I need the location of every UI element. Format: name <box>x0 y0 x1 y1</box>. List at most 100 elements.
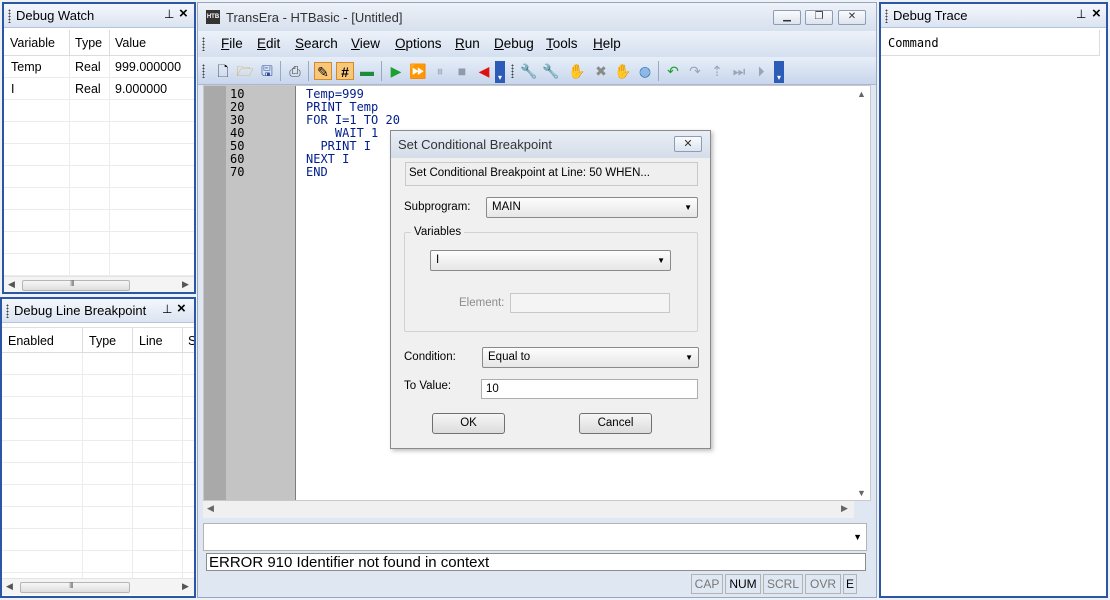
menu-edit[interactable]: Edit <box>257 36 280 51</box>
watch-hscroll[interactable]: ◀ III ▶ <box>4 276 194 292</box>
close-window-button[interactable]: ✕ <box>838 10 866 25</box>
stop-icon[interactable]: ■ <box>453 62 471 80</box>
scroll-thumb[interactable]: III <box>22 279 130 291</box>
watch-type: Real <box>75 82 101 96</box>
scroll-right-icon[interactable]: ▶ <box>182 581 189 592</box>
debug-wrench-icon[interactable]: 🔧 <box>520 62 538 80</box>
grip-icon[interactable] <box>202 37 205 51</box>
watch-col-value[interactable]: Value <box>115 36 146 50</box>
menu-file[interactable]: File <box>221 36 243 51</box>
print-icon[interactable]: ⎙ <box>286 62 304 80</box>
scroll-thumb[interactable]: III <box>20 581 130 593</box>
condition-select[interactable]: Equal to ▼ <box>482 347 699 368</box>
close-icon[interactable]: × <box>179 5 188 22</box>
dialog-titlebar[interactable]: Set Conditional Breakpoint ✕ <box>391 131 710 158</box>
step-out-icon[interactable]: ⇡ <box>708 62 726 80</box>
run-to-icon[interactable]: ⏭ <box>730 62 748 80</box>
line-number: 20 <box>230 100 245 114</box>
bp-col-line[interactable]: Line <box>139 334 163 348</box>
pin-icon[interactable]: ⊥ <box>164 7 174 21</box>
line-number-icon[interactable]: # <box>336 62 354 80</box>
grip-icon[interactable] <box>885 9 888 23</box>
restore-button[interactable]: ❐ <box>805 10 833 25</box>
close-icon[interactable]: × <box>1092 5 1101 22</box>
scroll-right-icon[interactable]: ▶ <box>841 503 848 514</box>
code-line[interactable]: WAIT 1 <box>306 126 378 140</box>
command-input[interactable]: ▼ <box>203 523 867 551</box>
menu-view[interactable]: View <box>351 36 380 51</box>
debug-watch-titlebar[interactable]: Debug Watch ⊥ × <box>4 4 194 28</box>
scroll-left-icon[interactable]: ◀ <box>207 503 214 514</box>
breakpoint-hscroll[interactable]: ◀ III ▶ <box>2 578 194 595</box>
reset-icon[interactable]: ◀ <box>475 62 493 80</box>
window-title: TransEra - HTBasic - [Untitled] <box>226 10 403 25</box>
menu-search[interactable]: Search <box>295 36 338 51</box>
menu-run[interactable]: Run <box>455 36 480 51</box>
menu-help[interactable]: Help <box>593 36 621 51</box>
breakpoint-titlebar[interactable]: Debug Line Breakpoint ⊥ × <box>2 299 194 323</box>
grip-icon[interactable] <box>202 64 205 78</box>
code-line[interactable]: NEXT I <box>306 152 349 166</box>
run-icon[interactable]: ▶ <box>387 62 405 80</box>
table-row[interactable]: Temp Real 999.000000 <box>4 56 194 78</box>
step-over-icon[interactable]: ↷ <box>686 62 704 80</box>
step-into-icon[interactable]: ↶ <box>664 62 682 80</box>
toolbar-overflow-icon[interactable]: ▾ <box>774 61 784 83</box>
code-line[interactable]: Temp=999 <box>306 87 364 101</box>
trace-col-command[interactable]: Command <box>888 36 939 50</box>
scroll-up-icon[interactable]: ▲ <box>857 89 866 99</box>
pin-icon[interactable]: ⊥ <box>162 302 172 316</box>
open-folder-icon[interactable]: 🗁 <box>236 62 254 80</box>
scroll-down-icon[interactable]: ▼ <box>857 488 866 498</box>
continue-icon[interactable]: ⏩ <box>409 62 427 80</box>
pin-icon[interactable]: ⊥ <box>1076 7 1086 21</box>
bp-col-type[interactable]: Type <box>89 334 116 348</box>
edit-mode-icon[interactable]: ✎ <box>314 62 332 80</box>
watch-col-type[interactable]: Type <box>75 36 102 50</box>
dialog-close-button[interactable]: ✕ <box>674 136 702 152</box>
ok-button[interactable]: OK <box>432 413 505 434</box>
grip-icon[interactable] <box>511 64 514 78</box>
cancel-button[interactable]: Cancel <box>579 413 652 434</box>
new-file-icon[interactable]: 🗋 <box>214 62 232 80</box>
pause-icon[interactable]: ⏸ <box>431 62 449 80</box>
variable-select[interactable]: I ▼ <box>430 250 671 271</box>
toolbar-overflow-icon[interactable]: ▾ <box>495 61 505 83</box>
code-line[interactable]: FOR I=1 TO 20 <box>306 113 400 127</box>
grip-icon[interactable] <box>8 9 11 23</box>
editor-vscroll[interactable]: ▲ ▼ <box>853 86 870 500</box>
code-line[interactable]: PRINT Temp <box>306 100 378 114</box>
debug-wrench-disabled-icon[interactable]: 🔧 <box>542 62 560 80</box>
code-line[interactable]: END <box>306 165 328 179</box>
clear-breakpoints-icon[interactable]: ✖ <box>592 62 610 80</box>
scroll-left-icon[interactable]: ◀ <box>6 581 13 592</box>
chevron-down-icon[interactable]: ▼ <box>853 532 862 542</box>
menu-tools[interactable]: Tools <box>546 36 578 51</box>
scroll-right-icon[interactable]: ▶ <box>182 279 189 290</box>
conditional-breakpoint-icon[interactable]: ✋ <box>614 62 632 80</box>
minimize-button[interactable]: ▁ <box>773 10 801 25</box>
code-line[interactable]: PRINT I <box>306 139 371 153</box>
grip-icon[interactable] <box>6 304 9 318</box>
table-row[interactable]: I Real 9.000000 <box>4 78 194 100</box>
menu-debug[interactable]: Debug <box>494 36 534 51</box>
close-icon[interactable]: × <box>177 300 186 317</box>
subprogram-select[interactable]: MAIN ▼ <box>486 197 698 218</box>
save-icon[interactable]: 🖫 <box>258 62 276 80</box>
run-to-cursor-icon[interactable]: ⏵ <box>752 62 770 80</box>
watch-col-variable[interactable]: Variable <box>10 36 55 50</box>
menu-options[interactable]: Options <box>395 36 442 51</box>
bp-col-enabled[interactable]: Enabled <box>8 334 54 348</box>
breakpoint-hand-icon[interactable]: ✋ <box>568 62 586 80</box>
line-number: 60 <box>230 152 245 166</box>
title-bar[interactable]: HTB TransEra - HTBasic - [Untitled] ▁ ❐ … <box>198 3 876 31</box>
display-icon[interactable]: ▬ <box>358 62 376 80</box>
to-value-input[interactable]: 10 <box>481 379 698 399</box>
scrl-indicator: SCRL <box>763 574 803 594</box>
dialog-header-box: Set Conditional Breakpoint at Line: 50 W… <box>405 162 698 186</box>
editor-hscroll[interactable]: ◀ ▶ <box>203 501 854 518</box>
bp-col-s[interactable]: S <box>188 334 194 348</box>
debug-trace-titlebar[interactable]: Debug Trace ⊥ × <box>881 4 1106 28</box>
scroll-left-icon[interactable]: ◀ <box>8 279 15 290</box>
watch-globe-icon[interactable]: ◍ <box>636 62 654 80</box>
